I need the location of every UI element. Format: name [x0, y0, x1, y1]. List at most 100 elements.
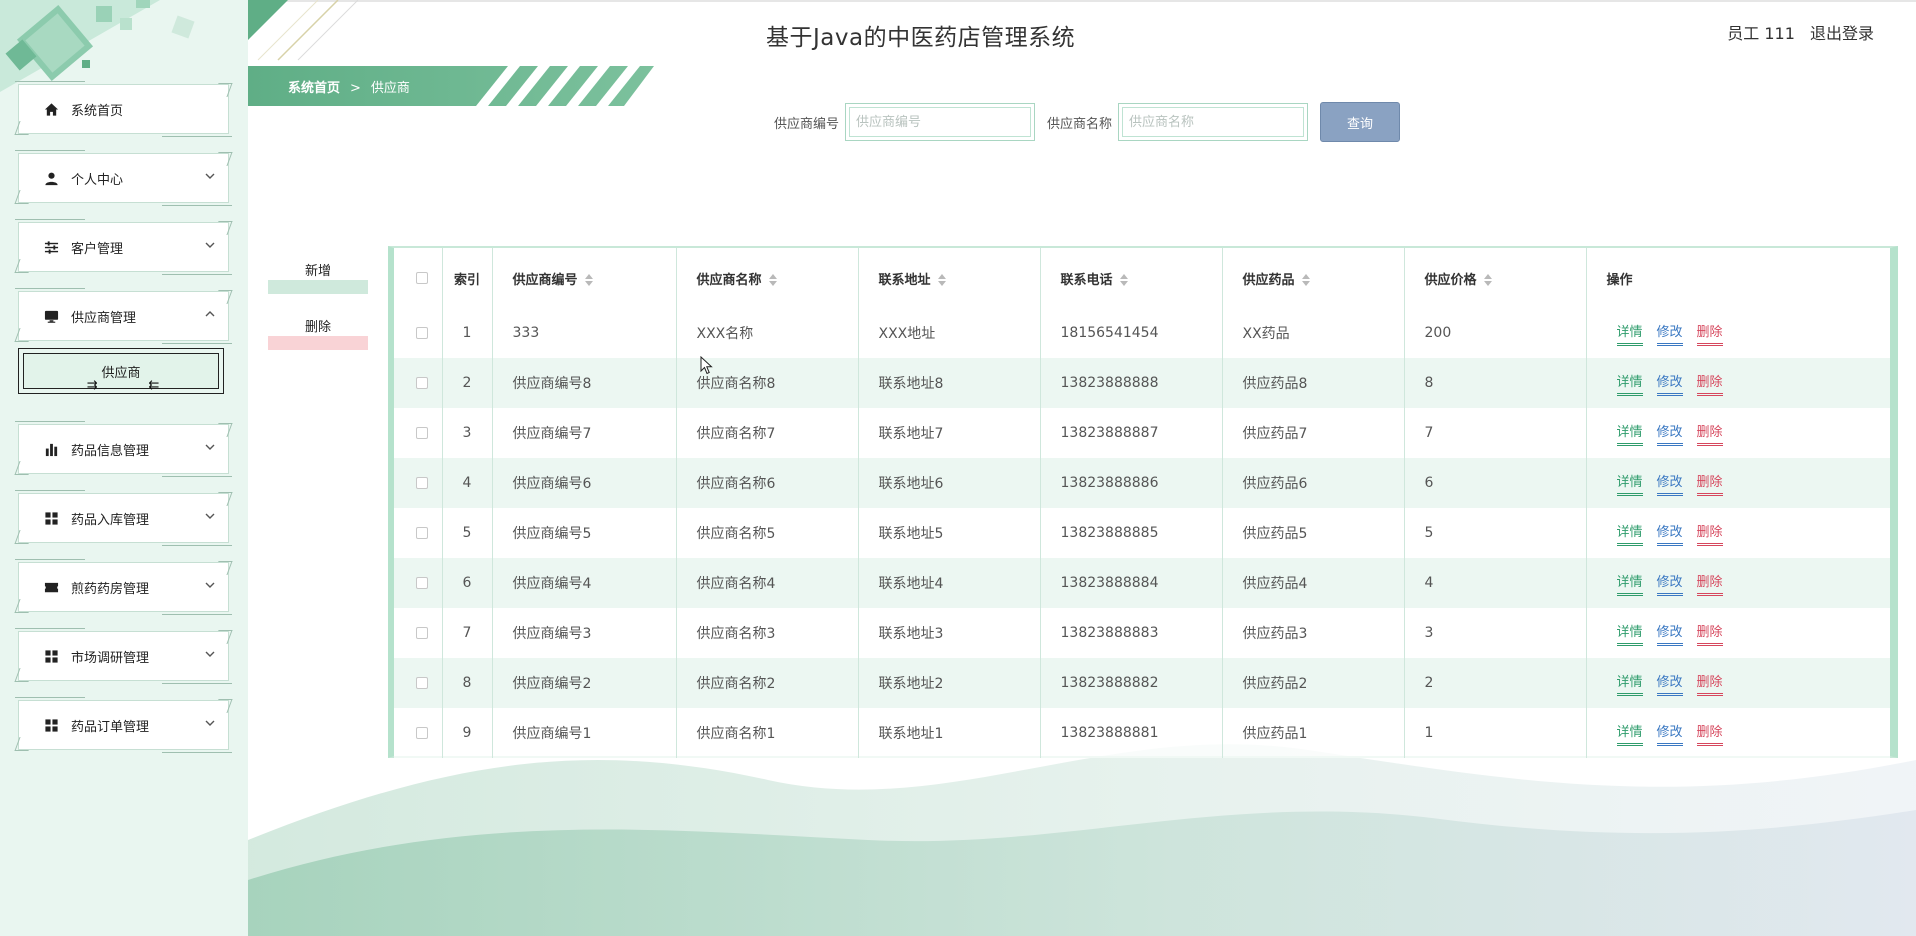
- edit-link[interactable]: 修改: [1656, 471, 1683, 496]
- edit-link[interactable]: 修改: [1656, 421, 1683, 446]
- cell-drug: 供应药品7: [1222, 408, 1405, 458]
- row-checkbox-cell: [394, 408, 443, 458]
- delete-link[interactable]: 删除: [1696, 571, 1723, 596]
- table-row[interactable]: 9 供应商编号1 供应商名称1 联系地址1 13823888881 供应药品1 1 详情 修改删…: [394, 708, 1890, 758]
- logout-link[interactable]: 退出登录: [1810, 24, 1874, 43]
- cell-supplier-code: 供应商编号8: [492, 358, 677, 408]
- cell-supplier-code: 供应商编号3: [492, 608, 677, 658]
- sidebar-subitem-supplier[interactable]: ⇉ 供应商 ⇇: [18, 348, 224, 394]
- row-checkbox[interactable]: [416, 527, 428, 539]
- sort-icon[interactable]: [768, 274, 778, 286]
- cell-operations: 详情 修改 删除: [1586, 708, 1890, 758]
- row-checkbox[interactable]: [416, 377, 428, 389]
- delete-link[interactable]: 删除: [1696, 321, 1723, 346]
- sort-icon[interactable]: [584, 274, 594, 286]
- edit-link[interactable]: 修改: [1656, 621, 1683, 646]
- cell-drug: 供应药品8: [1222, 358, 1405, 408]
- sidebar-item-market-research[interactable]: 市场调研管理: [14, 628, 233, 684]
- table-row[interactable]: 4 供应商编号6 供应商名称6 联系地址6 13823888886 供应药品6 6 详情 修改删…: [394, 458, 1890, 508]
- table-row[interactable]: 7 供应商编号3 供应商名称3 联系地址3 13823888883 供应药品3 3 详情 修改删…: [394, 608, 1890, 658]
- header-price[interactable]: 供应价格: [1404, 248, 1587, 308]
- sidebar-item-drug-stock-in[interactable]: 药品入库管理: [14, 490, 233, 546]
- detail-link[interactable]: 详情: [1616, 671, 1643, 696]
- cell-supplier-code: 供应商编号6: [492, 458, 677, 508]
- bar-chart-icon: [43, 441, 59, 457]
- row-checkbox-cell: [394, 458, 443, 508]
- detail-link[interactable]: 详情: [1616, 421, 1643, 446]
- detail-link[interactable]: 详情: [1616, 371, 1643, 396]
- edit-link[interactable]: 修改: [1656, 321, 1683, 346]
- top-border: [248, 0, 1916, 2]
- detail-link[interactable]: 详情: [1616, 721, 1643, 746]
- row-checkbox[interactable]: [416, 627, 428, 639]
- row-checkbox[interactable]: [416, 677, 428, 689]
- header-phone[interactable]: 联系电话: [1040, 248, 1223, 308]
- detail-link[interactable]: 详情: [1616, 571, 1643, 596]
- delete-link[interactable]: 删除: [1696, 671, 1723, 696]
- row-checkbox[interactable]: [416, 427, 428, 439]
- cell-address: 联系地址8: [858, 358, 1041, 408]
- row-checkbox[interactable]: [416, 577, 428, 589]
- detail-link[interactable]: 详情: [1616, 621, 1643, 646]
- sidebar-item-suppliers[interactable]: 供应商管理: [14, 288, 233, 344]
- delete-button-bar: [268, 336, 368, 350]
- cell-supplier-code: 供应商编号7: [492, 408, 677, 458]
- sidebar-item-label: 系统首页: [71, 103, 124, 119]
- row-checkbox[interactable]: [416, 477, 428, 489]
- edit-link[interactable]: 修改: [1656, 721, 1683, 746]
- delete-link[interactable]: 删除: [1696, 521, 1723, 546]
- header-supplier-name[interactable]: 供应商名称: [676, 248, 859, 308]
- header-drug[interactable]: 供应药品: [1222, 248, 1405, 308]
- header-supplier-code[interactable]: 供应商编号: [492, 248, 677, 308]
- table-row[interactable]: 2 供应商编号8 供应商名称8 联系地址8 13823888888 供应药品8 8 详情 修改删…: [394, 358, 1890, 408]
- sidebar-item-decoction-pharmacy[interactable]: 煎药药房管理: [14, 559, 233, 615]
- delete-link[interactable]: 删除: [1696, 421, 1723, 446]
- table-row[interactable]: 1 333 XXX名称 XXX地址 18156541454 XX药品 200 详情 修改 删除: [394, 308, 1890, 358]
- detail-link[interactable]: 详情: [1616, 521, 1643, 546]
- sort-icon[interactable]: [937, 274, 947, 286]
- cell-address: 联系地址6: [858, 458, 1041, 508]
- chevron-down-icon: [204, 441, 216, 453]
- detail-link[interactable]: 详情: [1616, 321, 1643, 346]
- delete-link[interactable]: 删除: [1696, 371, 1723, 396]
- sidebar-item-drug-info[interactable]: 药品信息管理: [14, 421, 233, 477]
- table-row[interactable]: 3 供应商编号7 供应商名称7 联系地址7 13823888887 供应药品7 7 详情 修改删…: [394, 408, 1890, 458]
- delete-link[interactable]: 删除: [1696, 471, 1723, 496]
- cell-address: 联系地址7: [858, 408, 1041, 458]
- edit-link[interactable]: 修改: [1656, 521, 1683, 546]
- select-all-checkbox[interactable]: [416, 272, 428, 284]
- sidebar-item-home[interactable]: 系统首页: [14, 81, 233, 137]
- table-row[interactable]: 6 供应商编号4 供应商名称4 联系地址4 13823888884 供应药品4 4 详情 修改删…: [394, 558, 1890, 608]
- supplier-code-input[interactable]: [849, 107, 1032, 137]
- table-row[interactable]: 8 供应商编号2 供应商名称2 联系地址2 13823888882 供应药品2 2 详情 修改删…: [394, 658, 1890, 708]
- row-checkbox[interactable]: [416, 327, 428, 339]
- row-checkbox-cell: [394, 308, 443, 358]
- delete-button[interactable]: 删除: [268, 310, 368, 350]
- query-button[interactable]: 查询: [1320, 102, 1401, 142]
- edit-link[interactable]: 修改: [1656, 371, 1683, 396]
- header-label: 供应价格: [1424, 272, 1477, 288]
- edit-link[interactable]: 修改: [1656, 671, 1683, 696]
- breadcrumb-home[interactable]: 系统首页: [288, 81, 340, 96]
- delete-link[interactable]: 删除: [1696, 721, 1723, 746]
- table-row[interactable]: 5 供应商编号5 供应商名称5 联系地址5 13823888885 供应药品5 5 详情 修改删…: [394, 508, 1890, 558]
- sort-icon[interactable]: [1301, 274, 1311, 286]
- breadcrumb-current: 供应商: [370, 81, 410, 96]
- sort-icon[interactable]: [1483, 274, 1493, 286]
- cell-price: 8: [1404, 358, 1587, 408]
- header-address[interactable]: 联系地址: [858, 248, 1041, 308]
- sidebar-item-customers[interactable]: 客户管理: [14, 219, 233, 275]
- sidebar-item-drug-orders[interactable]: 药品订单管理: [14, 697, 233, 753]
- delete-link[interactable]: 删除: [1696, 621, 1723, 646]
- row-checkbox-cell: [394, 708, 443, 758]
- sort-icon[interactable]: [1119, 274, 1129, 286]
- sidebar-item-personal-center[interactable]: 个人中心: [14, 150, 233, 206]
- edit-link[interactable]: 修改: [1656, 571, 1683, 596]
- cell-address: 联系地址5: [858, 508, 1041, 558]
- add-button[interactable]: 新增: [268, 254, 368, 294]
- supplier-name-input[interactable]: [1122, 107, 1305, 137]
- detail-link[interactable]: 详情: [1616, 471, 1643, 496]
- row-checkbox[interactable]: [416, 727, 428, 739]
- cell-index: 4: [442, 458, 493, 508]
- cell-supplier-name: 供应商名称4: [676, 558, 859, 608]
